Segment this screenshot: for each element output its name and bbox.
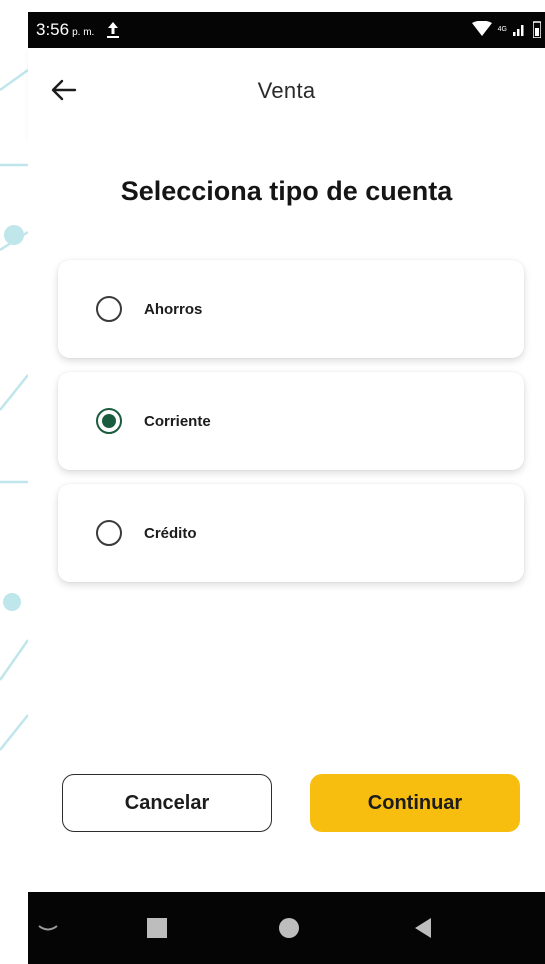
nav-keyboard-hide[interactable] bbox=[28, 892, 68, 964]
status-time: 3:56 bbox=[36, 20, 70, 39]
continue-button[interactable]: Continuar bbox=[310, 774, 520, 832]
radio-unchecked-icon[interactable] bbox=[96, 296, 122, 322]
cancel-button[interactable]: Cancelar bbox=[62, 774, 272, 832]
status-bar: 3:56 p. m. 4G bbox=[28, 12, 545, 48]
radio-dot bbox=[102, 414, 116, 428]
app-header: Venta bbox=[28, 48, 545, 136]
network-type: 4G bbox=[497, 25, 507, 33]
wifi-icon bbox=[471, 21, 492, 36]
option-corriente[interactable]: Corriente bbox=[58, 372, 524, 470]
status-ampm: p. m. bbox=[72, 26, 95, 38]
option-label: Ahorros bbox=[144, 300, 203, 318]
battery-icon bbox=[533, 21, 541, 38]
radio-unchecked-icon[interactable] bbox=[96, 520, 122, 546]
triangle-back-icon bbox=[415, 918, 431, 938]
nav-back[interactable] bbox=[400, 892, 446, 964]
upload-icon bbox=[107, 22, 120, 38]
radio-checked-icon[interactable] bbox=[96, 408, 122, 434]
circle-icon bbox=[279, 918, 299, 938]
nav-recents[interactable] bbox=[134, 892, 180, 964]
option-ahorros[interactable]: Ahorros bbox=[58, 260, 524, 358]
signal-icon bbox=[513, 25, 524, 36]
main-content: Selecciona tipo de cuenta Ahorros Corrie… bbox=[28, 136, 545, 892]
status-icons: 4G bbox=[471, 20, 541, 38]
nav-home[interactable] bbox=[266, 892, 312, 964]
section-title: Selecciona tipo de cuenta bbox=[120, 176, 453, 206]
option-label: Corriente bbox=[144, 412, 211, 430]
option-label: Crédito bbox=[144, 524, 197, 542]
option-credito[interactable]: Crédito bbox=[58, 484, 524, 582]
page-title: Venta bbox=[257, 78, 316, 103]
screen: 3:56 p. m. 4G Venta Selecciona tipo de c… bbox=[0, 0, 545, 964]
system-nav-bar bbox=[28, 892, 545, 964]
chevron-down-icon bbox=[38, 925, 58, 931]
square-icon bbox=[147, 918, 167, 938]
